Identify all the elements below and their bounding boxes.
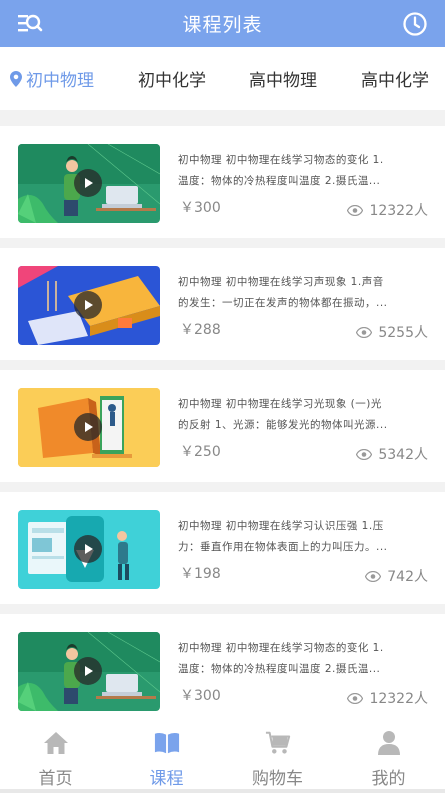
tab-junior-physics[interactable]: 初中物理 [10,47,94,110]
tab-senior-physics[interactable]: 高中物理 [249,47,317,110]
eye-icon [356,326,373,338]
play-icon[interactable] [74,413,102,441]
view-count: 5255人 [356,322,428,342]
course-price: ￥288 [180,322,221,338]
eye-icon [356,448,373,460]
nav-label: 首页 [38,769,73,789]
app-screen: 课程列表 初中物理 初中化学 高中物理 高中化学 初中物理 初中物理在线学习物态… [0,0,445,793]
tab-label: 初中物理 [26,71,94,91]
course-card[interactable]: 初中物理 初中物理在线学习物态的变化 1. 温度：物体的冷热程度叫温度 2.摄氏… [0,126,445,238]
course-price: ￥250 [180,444,221,460]
tab-label: 高中物理 [249,71,317,91]
view-count: 742人 [365,566,428,586]
course-thumbnail[interactable] [18,266,160,345]
view-count: 5342人 [356,444,428,464]
eye-icon [347,692,364,704]
home-icon [43,730,69,756]
view-count: 12322人 [347,200,428,220]
tab-senior-chemistry[interactable]: 高中化学 [361,47,429,110]
course-description: 初中物理 初中物理在线学习物态的变化 1. 温度：物体的冷热程度叫温度 2.摄氏… [178,154,384,187]
cart-icon [265,730,291,756]
course-card[interactable]: 初中物理 初中物理在线学习声现象 1.声音 的发生：一切正在发声的物体都在振动，… [0,248,445,360]
location-pin-icon [10,70,22,87]
nav-profile[interactable]: 我的 [333,720,444,793]
category-tabs: 初中物理 初中化学 高中物理 高中化学 [0,47,445,110]
course-description: 初中物理 初中物理在线学习认识压强 1.压 力：垂直作用在物体表面上的力叫压力。… [178,520,388,553]
app-header: 课程列表 [0,0,445,47]
course-price: ￥198 [180,566,221,582]
course-description: 初中物理 初中物理在线学习声现象 1.声音 的发生：一切正在发声的物体都在振动，… [178,276,388,309]
course-description: 初中物理 初中物理在线学习物态的变化 1. 温度：物体的冷热程度叫温度 2.摄氏… [178,642,384,675]
course-card[interactable]: 初中物理 初中物理在线学习认识压强 1.压 力：垂直作用在物体表面上的力叫压力。… [0,492,445,604]
clock-icon[interactable] [401,10,429,38]
view-count: 12322人 [347,688,428,708]
nav-label: 购物车 [252,769,303,789]
course-thumbnail[interactable] [18,510,160,589]
eye-icon [365,570,382,582]
course-thumbnail[interactable] [18,632,160,711]
play-icon[interactable] [74,657,102,685]
nav-label: 课程 [149,769,184,789]
tab-label: 初中化学 [138,71,206,91]
course-card[interactable]: 初中物理 初中物理在线学习物态的变化 1. 温度：物体的冷热程度叫温度 2.摄氏… [0,614,445,726]
eye-icon [347,204,364,216]
tab-label: 高中化学 [361,71,429,91]
nav-courses[interactable]: 课程 [111,720,222,793]
bottom-nav: 首页 课程 购物车 我的 [0,720,445,793]
course-description: 初中物理 初中物理在线学习光现象 (一)光 的反射 1、光源：能够发光的物体叫光… [178,398,388,431]
course-thumbnail[interactable] [18,388,160,467]
nav-home[interactable]: 首页 [0,720,111,793]
play-icon[interactable] [74,291,102,319]
search-list-icon[interactable] [16,10,44,38]
course-price: ￥300 [180,200,221,216]
nav-cart[interactable]: 购物车 [222,720,333,793]
play-icon[interactable] [74,169,102,197]
tab-junior-chemistry[interactable]: 初中化学 [138,47,206,110]
course-list: 初中物理 初中物理在线学习物态的变化 1. 温度：物体的冷热程度叫温度 2.摄氏… [0,126,445,736]
nav-label: 我的 [371,769,406,789]
book-icon [154,730,180,756]
course-card[interactable]: 初中物理 初中物理在线学习光现象 (一)光 的反射 1、光源：能够发光的物体叫光… [0,370,445,482]
bottom-edge [0,789,445,793]
page-title: 课程列表 [182,14,263,36]
course-thumbnail[interactable] [18,144,160,223]
user-icon [376,730,402,756]
play-icon[interactable] [74,535,102,563]
course-price: ￥300 [180,688,221,704]
